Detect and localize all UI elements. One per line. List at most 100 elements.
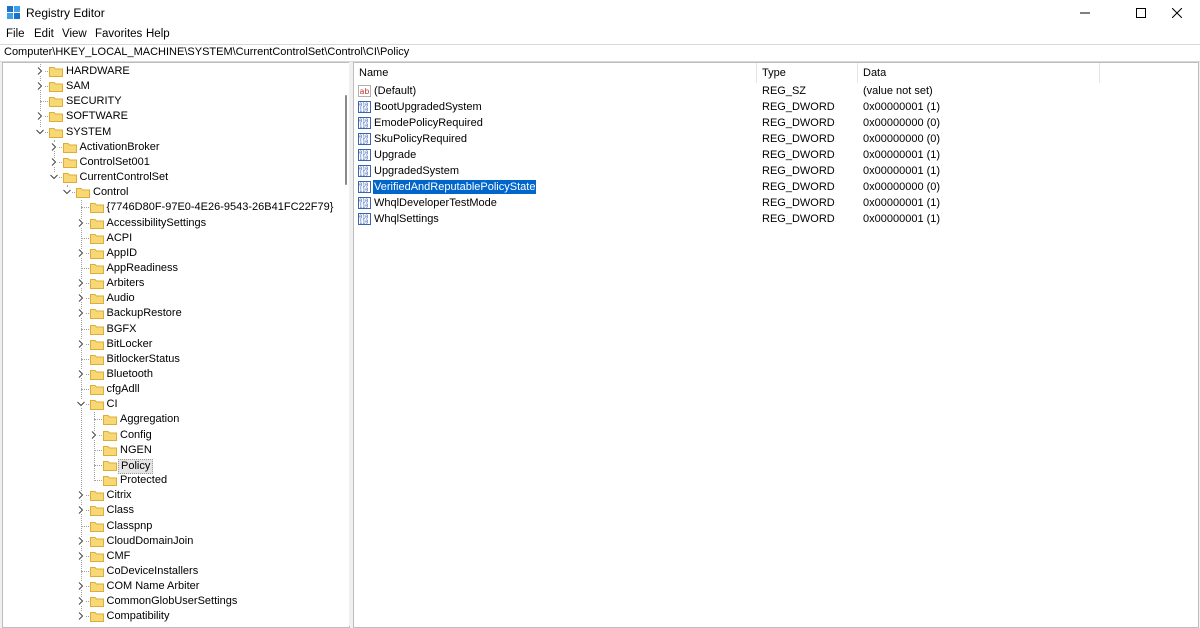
tree-item-label: SYSTEM — [66, 125, 112, 138]
tree-item-arbiters[interactable]: Arbiters — [3, 276, 343, 291]
tree-item-backuprestore[interactable]: BackupRestore — [3, 306, 343, 321]
key-tree-pane[interactable]: HARDWARE SAM SECURITY SOFTWARE SYSTEM Activat… — [2, 62, 350, 628]
tree-item-appreadiness[interactable]: AppReadiness — [3, 261, 343, 276]
tree-item-config[interactable]: Config — [3, 428, 343, 443]
chevron-right-icon[interactable] — [76, 506, 85, 515]
value-row[interactable]: 010 110 WhqlDeveloperTestMode REG_DWORD 0x00… — [354, 195, 1198, 211]
chevron-right-icon[interactable] — [76, 294, 85, 303]
chevron-right-icon[interactable] — [49, 142, 58, 151]
column-header-type[interactable]: Type — [757, 63, 858, 83]
tree-item-control[interactable]: Control — [3, 185, 343, 200]
tree-item-bitlockerstatus[interactable]: BitlockerStatus — [3, 352, 343, 367]
menu-file[interactable]: File — [6, 28, 25, 40]
menu-favorites[interactable]: Favorites — [95, 28, 142, 40]
tree-item-bluetooth[interactable]: Bluetooth — [3, 367, 343, 382]
tree-item-software[interactable]: SOFTWARE — [3, 109, 343, 124]
value-name: EmodePolicyRequired — [374, 117, 483, 129]
tree-item-currentcontrolset[interactable]: CurrentControlSet — [3, 170, 343, 185]
value-data: 0x00000001 (1) — [863, 197, 941, 209]
tree-scrollbar-thumb[interactable] — [345, 95, 347, 185]
value-row[interactable]: ab (Default) REG_SZ (value not set) — [354, 83, 1198, 99]
chevron-right-icon[interactable] — [36, 82, 44, 91]
tree-item-label: CommonGlobUserSettings — [106, 595, 238, 608]
chevron-right-icon[interactable] — [76, 551, 85, 560]
tree-item-7746d80f-97e0-4e26-9543-26b41fc22f79[interactable]: {7746D80F-97E0-4E26-9543-26B41FC22F79} — [3, 200, 343, 215]
tree-item-compatibility[interactable]: Compatibility — [3, 609, 343, 624]
chevron-right-icon[interactable] — [36, 112, 44, 121]
tree-item-system[interactable]: SYSTEM — [3, 125, 343, 140]
binary-value-icon: 010110 — [358, 181, 371, 193]
chevron-right-icon[interactable] — [76, 536, 85, 545]
tree-item-clouddomainjoin[interactable]: CloudDomainJoin — [3, 534, 343, 549]
menu-view[interactable]: View — [62, 28, 87, 40]
value-row[interactable]: 010 110 SkuPolicyRequired REG_DWORD 0x000000… — [354, 131, 1198, 147]
tree-item-commonglobusersettings[interactable]: CommonGlobUserSettings — [3, 594, 343, 609]
chevron-right-icon[interactable] — [76, 279, 85, 288]
svg-text:110: 110 — [359, 204, 368, 210]
chevron-right-icon[interactable] — [49, 157, 58, 166]
values-list-pane[interactable]: Name Type Data ab (Default) REG_SZ (value n… — [353, 62, 1199, 628]
tree-item-protected[interactable]: Protected — [3, 473, 343, 488]
tree-item-audio[interactable]: Audio — [3, 291, 343, 306]
tree-item-hardware[interactable]: HARDWARE — [3, 64, 343, 79]
folder-icon — [89, 566, 104, 577]
value-row[interactable]: 010 110 BootUpgradedSystem REG_DWORD 0x00000… — [354, 99, 1198, 115]
value-row[interactable]: 010 110 WhqlSettings REG_DWORD 0x00000001 (1… — [354, 211, 1198, 227]
tree-item-controlset001[interactable]: ControlSet001 — [3, 155, 343, 170]
tree-item-appid[interactable]: AppID — [3, 246, 343, 261]
tree-item-aggregation[interactable]: Aggregation — [3, 412, 343, 427]
tree-item-bgfx[interactable]: BGFX — [3, 322, 343, 337]
chevron-right-icon[interactable] — [76, 370, 85, 378]
chevron-right-icon[interactable] — [36, 67, 44, 75]
chevron-right-icon[interactable] — [76, 597, 85, 606]
chevron-down-icon[interactable] — [76, 400, 85, 409]
tree-item-label: CoDeviceInstallers — [106, 564, 199, 577]
tree-item-classpnp[interactable]: Classpnp — [3, 519, 343, 534]
column-header-name[interactable]: Name — [354, 63, 757, 83]
tree-item-cmf[interactable]: CMF — [3, 549, 343, 564]
close-button[interactable] — [1154, 0, 1200, 26]
chevron-right-icon[interactable] — [76, 491, 85, 500]
tree-item-label: SECURITY — [66, 95, 122, 108]
tree-item-policy[interactable]: Policy — [3, 458, 343, 474]
tree-item-com-name-arbiter[interactable]: COM Name Arbiter — [3, 579, 343, 594]
tree-item-ngen[interactable]: NGEN — [3, 443, 343, 458]
tree-item-label: SAM — [66, 80, 90, 93]
value-row[interactable]: 010 110 EmodePolicyRequired REG_DWORD 0x0000… — [354, 115, 1198, 131]
tree-item-codeviceinstallers[interactable]: CoDeviceInstallers — [3, 564, 343, 579]
tree-item-bitlocker[interactable]: BitLocker — [3, 337, 343, 352]
value-row[interactable]: 010 110 VerifiedAndReputablePolicyState REG… — [354, 179, 1198, 195]
tree-item-accessibilitysettings[interactable]: AccessibilitySettings — [3, 216, 343, 231]
chevron-right-icon[interactable] — [76, 339, 85, 348]
value-type: REG_DWORD — [762, 213, 835, 225]
chevron-right-icon[interactable] — [90, 430, 98, 439]
value-type: REG_DWORD — [762, 197, 835, 209]
folder-icon — [49, 112, 63, 123]
chevron-right-icon[interactable] — [76, 612, 85, 621]
tree-item-security[interactable]: SECURITY — [3, 94, 343, 109]
address-bar[interactable]: Computer\HKEY_LOCAL_MACHINE\SYSTEM\Curre… — [0, 44, 1200, 62]
address-path[interactable]: Computer\HKEY_LOCAL_MACHINE\SYSTEM\Curre… — [4, 46, 409, 58]
tree-item-sam[interactable]: SAM — [3, 79, 343, 94]
tree-item-cfgadll[interactable]: cfgAdll — [3, 382, 343, 397]
tree-item-citrix[interactable]: Citrix — [3, 488, 343, 503]
chevron-right-icon[interactable] — [76, 309, 85, 318]
tree-item-label: Arbiters — [106, 277, 145, 290]
chevron-right-icon[interactable] — [76, 248, 85, 257]
tree-item-class[interactable]: Class — [3, 503, 343, 518]
value-type: REG_DWORD — [762, 101, 835, 113]
tree-item-activationbroker[interactable]: ActivationBroker — [3, 140, 343, 155]
chevron-right-icon[interactable] — [76, 582, 85, 591]
chevron-down-icon[interactable] — [49, 173, 58, 182]
minimize-button[interactable] — [1062, 0, 1108, 26]
chevron-down-icon[interactable] — [36, 127, 44, 136]
value-row[interactable]: 010 110 UpgradedSystem REG_DWORD 0x00000001 … — [354, 163, 1198, 179]
value-row[interactable]: 010 110 Upgrade REG_DWORD 0x00000001 (1) — [354, 147, 1198, 163]
chevron-right-icon[interactable] — [76, 218, 85, 227]
menu-edit[interactable]: Edit — [34, 28, 54, 40]
chevron-down-icon[interactable] — [63, 188, 71, 197]
tree-item-acpi[interactable]: ACPI — [3, 231, 343, 246]
menu-help[interactable]: Help — [146, 28, 170, 40]
column-header-data[interactable]: Data — [858, 63, 1100, 83]
tree-item-ci[interactable]: CI — [3, 397, 343, 412]
